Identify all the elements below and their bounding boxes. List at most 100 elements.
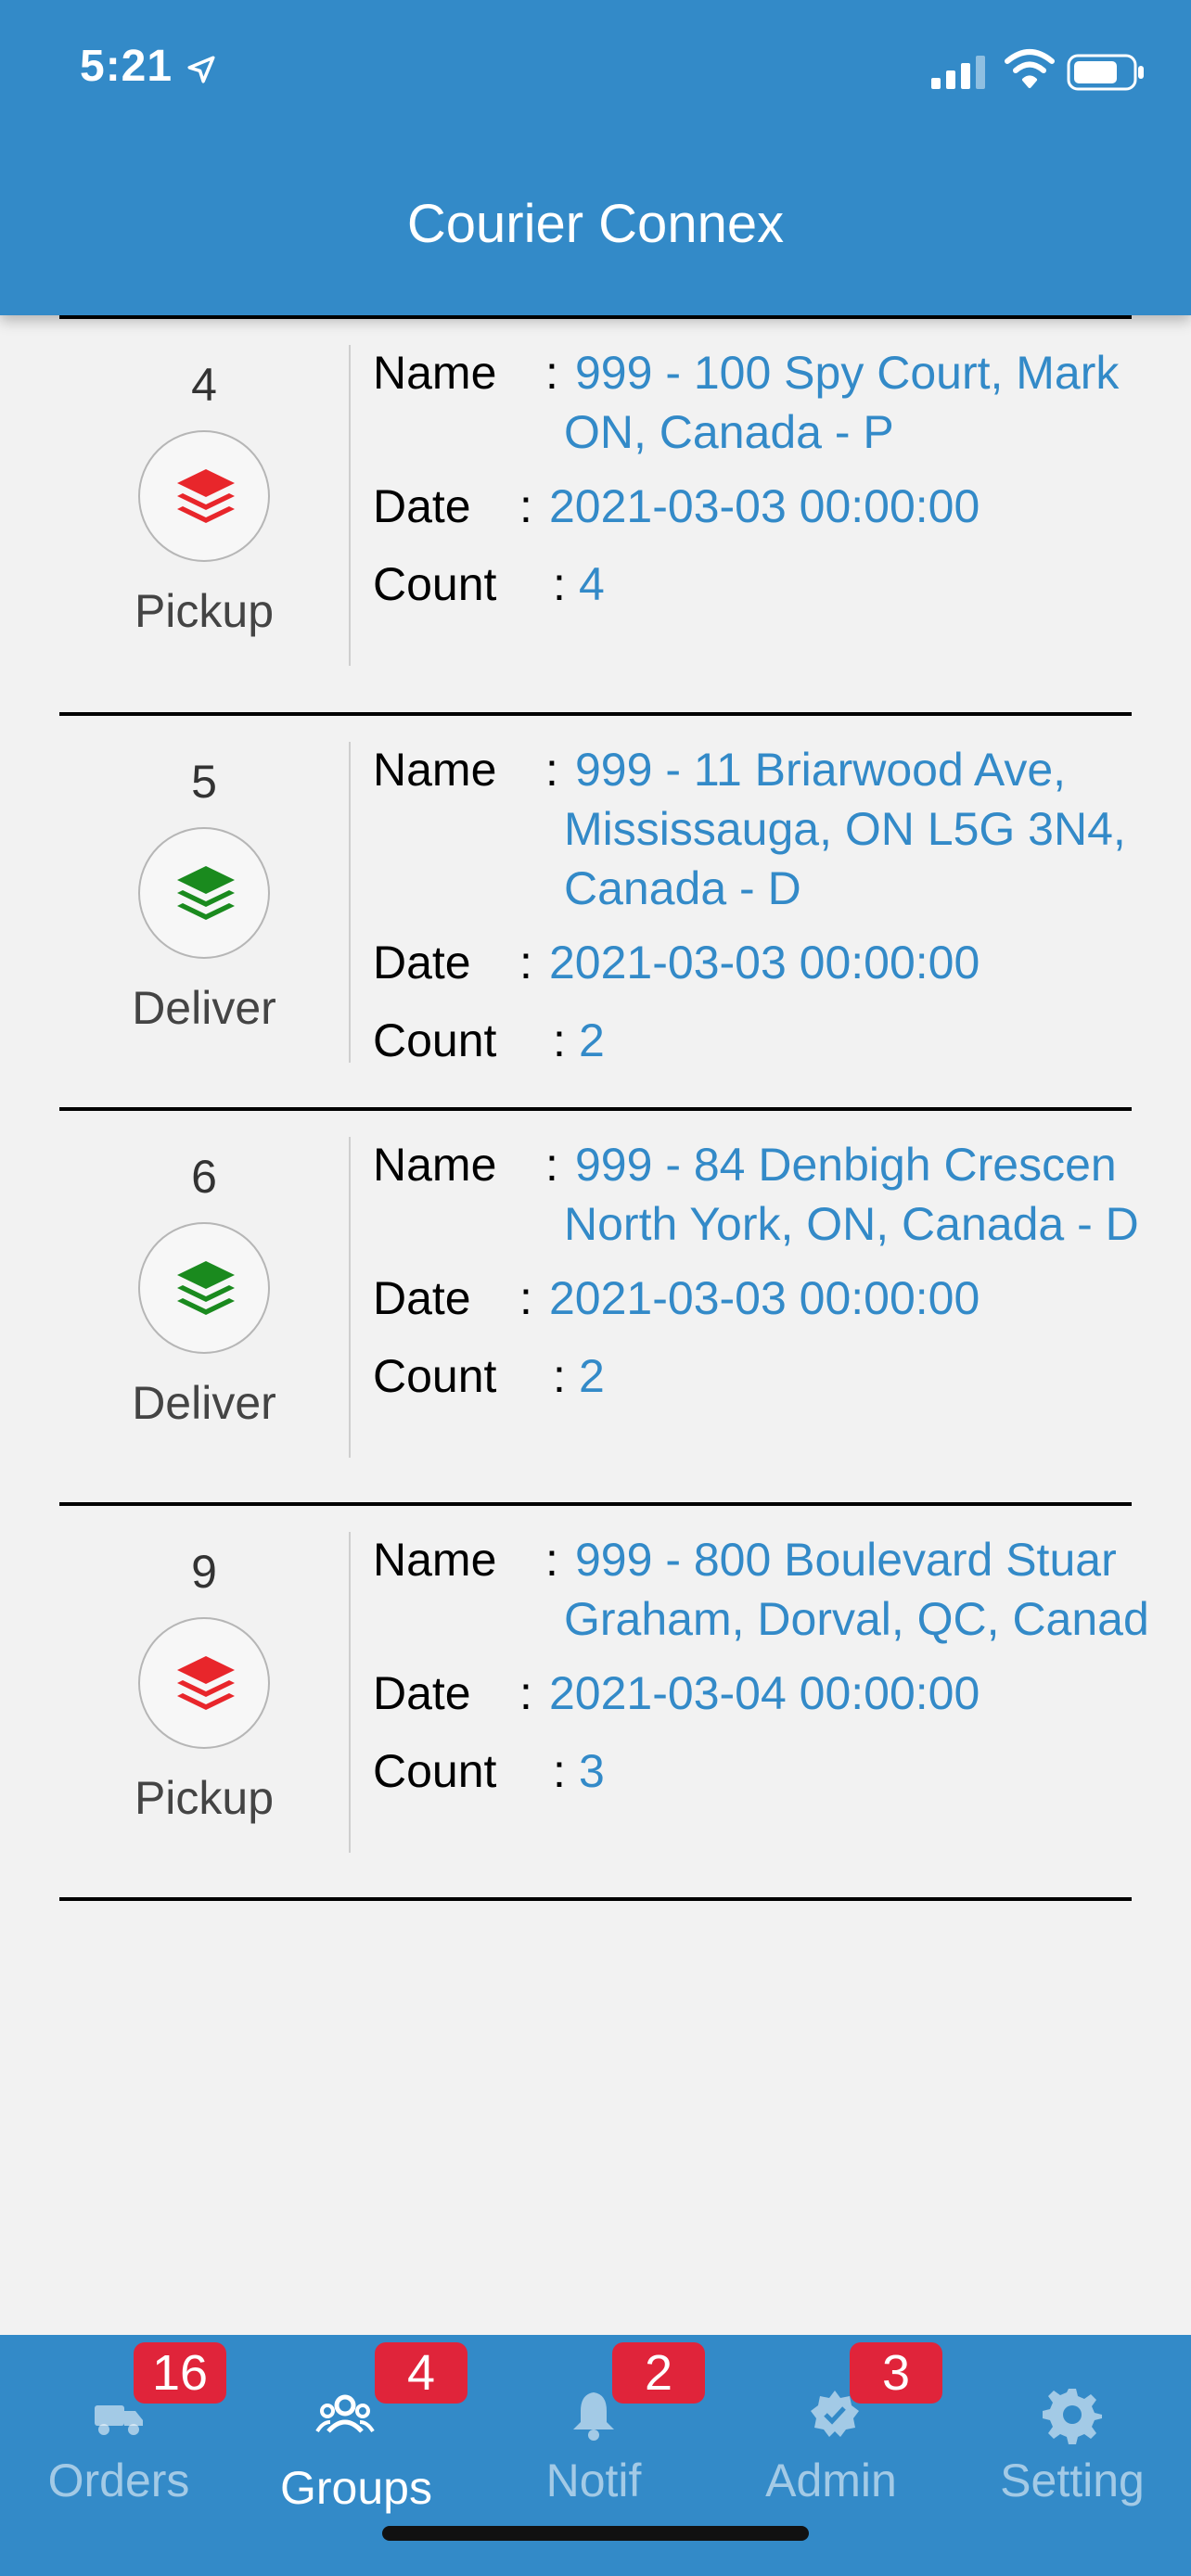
group-summary: 6 Deliver bbox=[59, 1111, 349, 1430]
count-label: Count bbox=[373, 1014, 497, 1066]
wifi-icon bbox=[1005, 49, 1055, 88]
home-indicator bbox=[382, 2526, 809, 2541]
group-details: Name : 999 - 100 Spy Court, Mark ON, Can… bbox=[373, 343, 1191, 614]
list-item[interactable]: 6 Deliver Name : 999 - 84 Denbigh Cresce… bbox=[0, 1111, 1191, 1504]
count-label: Count bbox=[373, 1350, 497, 1402]
count-colon: : bbox=[553, 1014, 566, 1066]
count-colon: : bbox=[553, 558, 566, 610]
date-label: Date bbox=[373, 480, 471, 532]
group-icon bbox=[315, 2394, 375, 2433]
name-value-line: 999 - 100 Spy Court, Mark bbox=[575, 347, 1120, 399]
date-colon: : bbox=[519, 480, 532, 532]
name-value-line: ON, Canada - P bbox=[564, 406, 894, 458]
date-row: Date : 2021-03-03 00:00:00 bbox=[373, 933, 1191, 1011]
group-number: 9 bbox=[191, 1546, 217, 1598]
date-colon: : bbox=[519, 1272, 532, 1324]
date-colon: : bbox=[519, 937, 532, 988]
list-item[interactable]: 5 Deliver Name : 999 - 11 Briarwood Ave,… bbox=[0, 716, 1191, 1109]
stack-icon bbox=[177, 1656, 235, 1710]
group-type-label: Deliver bbox=[132, 1377, 276, 1429]
count-row: Count : 2 bbox=[373, 1346, 1191, 1406]
app-header: 5:21 Courier Connex bbox=[0, 0, 1191, 315]
name-colon: : bbox=[545, 1534, 558, 1586]
tab-label: Notif bbox=[545, 2455, 642, 2506]
tab-label: Setting bbox=[1000, 2455, 1145, 2506]
group-number: 6 bbox=[191, 1151, 217, 1203]
group-type-icon-wrapper[interactable] bbox=[138, 1617, 270, 1749]
count-row: Count : 3 bbox=[373, 1741, 1191, 1801]
vertical-divider bbox=[349, 742, 351, 1063]
name-row: Name : 999 - 100 Spy Court, Mark ON, Can… bbox=[373, 343, 1191, 462]
group-details: Name : 999 - 84 Denbigh Crescen North Yo… bbox=[373, 1135, 1191, 1406]
group-type-icon-wrapper[interactable] bbox=[138, 827, 270, 959]
tab-admin[interactable]: 3 Admin bbox=[712, 2335, 950, 2520]
group-type-icon-wrapper[interactable] bbox=[138, 1222, 270, 1354]
badge: 3 bbox=[850, 2342, 942, 2404]
count-row: Count : 4 bbox=[373, 555, 1191, 614]
count-value: 3 bbox=[579, 1745, 605, 1797]
count-label: Count bbox=[373, 558, 497, 610]
date-label: Date bbox=[373, 1667, 471, 1719]
name-label: Name bbox=[373, 744, 497, 796]
date-row: Date : 2021-03-03 00:00:00 bbox=[373, 1269, 1191, 1346]
name-colon: : bbox=[545, 347, 558, 399]
name-label: Name bbox=[373, 347, 497, 399]
count-colon: : bbox=[553, 1745, 566, 1797]
list-item[interactable]: 9 Pickup Name : 999 - 800 Boulevard Stua… bbox=[0, 1506, 1191, 1899]
stack-icon bbox=[177, 469, 235, 523]
name-value-line: 999 - 84 Denbigh Crescen bbox=[575, 1139, 1117, 1191]
location-arrow-icon bbox=[187, 56, 215, 83]
name-value-line: Canada - D bbox=[564, 862, 801, 914]
cellular-signal-icon bbox=[931, 56, 985, 89]
name-colon: : bbox=[545, 744, 558, 796]
vertical-divider bbox=[349, 345, 351, 666]
group-type-label: Deliver bbox=[132, 982, 276, 1034]
list-item[interactable]: 4 Pickup Name : 999 - 100 Spy Court, Mar… bbox=[0, 319, 1191, 714]
name-row: Name : 999 - 84 Denbigh Crescen North Yo… bbox=[373, 1135, 1191, 1254]
group-number: 5 bbox=[191, 756, 217, 808]
date-label: Date bbox=[373, 937, 471, 988]
count-row: Count : 2 bbox=[373, 1011, 1191, 1070]
date-row: Date : 2021-03-04 00:00:00 bbox=[373, 1664, 1191, 1741]
name-label: Name bbox=[373, 1139, 497, 1191]
badge: 4 bbox=[375, 2342, 467, 2404]
gear-icon bbox=[1043, 2389, 1102, 2444]
name-value-line: Mississauga, ON L5G 3N4, bbox=[564, 803, 1126, 855]
group-number: 4 bbox=[191, 359, 217, 411]
name-colon: : bbox=[545, 1139, 558, 1191]
date-value: 2021-03-03 00:00:00 bbox=[549, 937, 980, 988]
name-value-line: 999 - 11 Briarwood Ave, bbox=[575, 744, 1067, 796]
stack-icon bbox=[177, 866, 235, 920]
date-label: Date bbox=[373, 1272, 471, 1324]
tab-label: Admin bbox=[765, 2455, 897, 2506]
group-details: Name : 999 - 800 Boulevard Stuar Graham,… bbox=[373, 1530, 1191, 1801]
name-label: Name bbox=[373, 1534, 497, 1586]
group-type-label: Pickup bbox=[134, 1772, 275, 1824]
name-value-line: North York, ON, Canada - D bbox=[564, 1198, 1139, 1250]
group-summary: 5 Deliver bbox=[59, 716, 349, 1035]
count-label: Count bbox=[373, 1745, 497, 1797]
status-bar: 5:21 bbox=[0, 0, 1191, 148]
badge: 2 bbox=[612, 2342, 705, 2404]
tab-orders[interactable]: 16 Orders bbox=[0, 2335, 237, 2520]
vertical-divider bbox=[349, 1137, 351, 1458]
tab-label: Groups bbox=[280, 2462, 432, 2514]
date-value: 2021-03-04 00:00:00 bbox=[549, 1667, 980, 1719]
tab-label: Orders bbox=[47, 2455, 190, 2506]
group-details: Name : 999 - 11 Briarwood Ave, Mississau… bbox=[373, 740, 1191, 1070]
date-row: Date : 2021-03-03 00:00:00 bbox=[373, 477, 1191, 555]
group-summary: 9 Pickup bbox=[59, 1506, 349, 1825]
count-value: 4 bbox=[579, 558, 605, 610]
badge: 16 bbox=[134, 2342, 226, 2404]
group-type-label: Pickup bbox=[134, 585, 275, 637]
tab-groups[interactable]: 4 Groups bbox=[237, 2335, 475, 2520]
divider bbox=[59, 1897, 1132, 1901]
name-value-line: Graham, Dorval, QC, Canad bbox=[564, 1593, 1149, 1645]
tab-notif[interactable]: 2 Notif bbox=[475, 2335, 712, 2520]
group-type-icon-wrapper[interactable] bbox=[138, 430, 270, 562]
count-value: 2 bbox=[579, 1350, 605, 1402]
date-colon: : bbox=[519, 1667, 532, 1719]
tab-setting[interactable]: Setting bbox=[954, 2335, 1191, 2520]
status-time: 5:21 bbox=[80, 42, 173, 91]
date-value: 2021-03-03 00:00:00 bbox=[549, 1272, 980, 1324]
